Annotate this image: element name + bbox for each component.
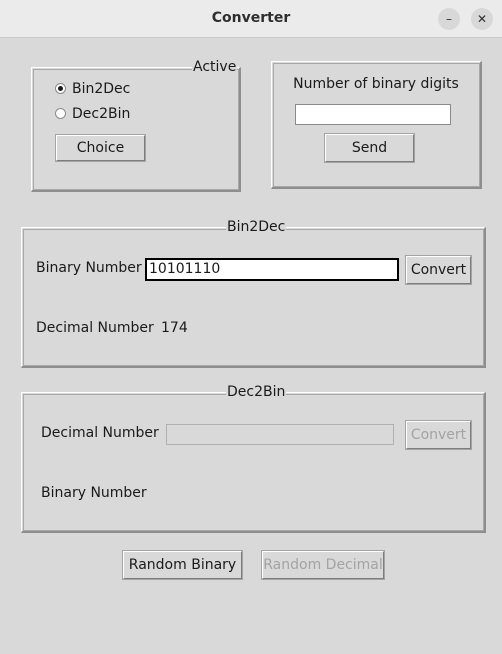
- send-button[interactable]: Send: [324, 133, 415, 163]
- choice-button[interactable]: Choice: [55, 134, 146, 162]
- active-frame: Active Bin2Dec Dec2Bin Choice: [31, 59, 241, 192]
- dec2bin-decimal-label: Decimal Number: [41, 425, 159, 441]
- dec2bin-binary-label: Binary Number: [41, 485, 147, 501]
- bin2dec-convert-button[interactable]: Convert: [405, 255, 472, 285]
- random-binary-button[interactable]: Random Binary: [122, 550, 243, 580]
- minimize-button[interactable]: –: [438, 8, 460, 30]
- minimize-icon: –: [446, 12, 452, 26]
- radio-dec2bin-label[interactable]: Dec2Bin: [72, 106, 130, 122]
- binary-number-label: Binary Number: [36, 260, 142, 276]
- binary-number-input[interactable]: 10101110: [145, 258, 399, 281]
- dec2bin-convert-button[interactable]: Convert: [405, 420, 472, 450]
- digits-input[interactable]: [295, 104, 451, 125]
- decimal-number-value: 174: [161, 320, 188, 336]
- close-button[interactable]: ✕: [471, 8, 493, 30]
- active-legend: Active: [192, 59, 238, 75]
- bin2dec-frame: Bin2Dec Binary Number 10101110 Convert D…: [21, 219, 486, 368]
- digits-frame: Number of binary digits Send: [271, 61, 482, 189]
- dec2bin-legend: Dec2Bin: [226, 384, 287, 400]
- decimal-number-label: Decimal Number: [36, 320, 154, 336]
- close-icon: ✕: [476, 12, 488, 26]
- radio-bin2dec[interactable]: [55, 83, 66, 94]
- digits-label: Number of binary digits: [293, 76, 459, 92]
- radio-dec2bin[interactable]: [55, 108, 66, 119]
- radio-bin2dec-label[interactable]: Bin2Dec: [72, 81, 130, 97]
- window-title: Converter: [211, 10, 291, 26]
- title-bar: Converter – ✕: [0, 0, 502, 38]
- decimal-number-input[interactable]: [166, 424, 394, 445]
- bin2dec-legend: Bin2Dec: [226, 219, 287, 235]
- dec2bin-frame: Dec2Bin Decimal Number Convert Binary Nu…: [21, 384, 486, 533]
- random-decimal-button[interactable]: Random Decimal: [261, 550, 385, 580]
